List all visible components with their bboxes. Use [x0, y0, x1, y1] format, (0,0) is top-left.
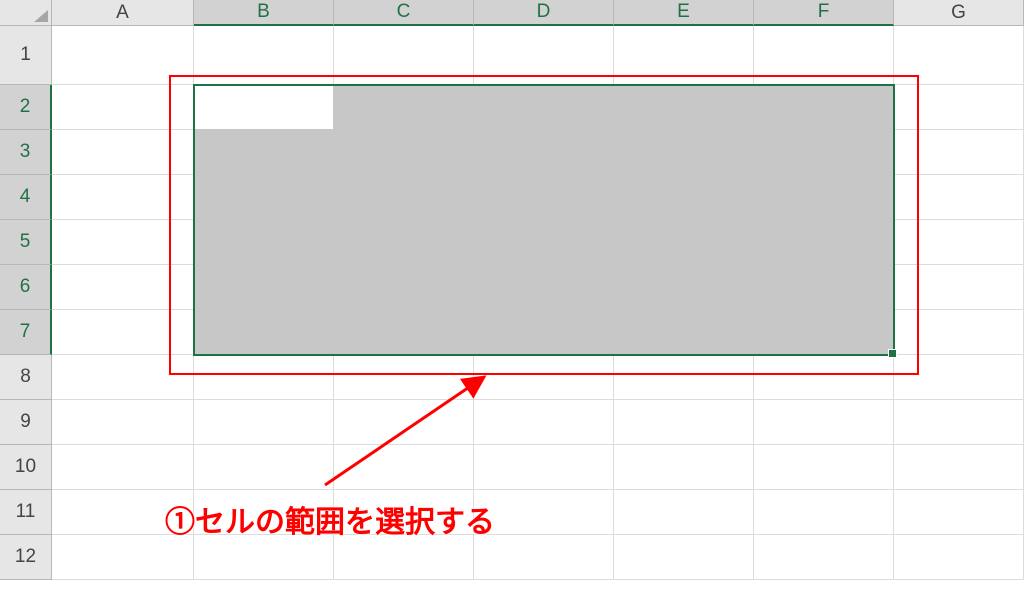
cell-C8[interactable]: [334, 355, 474, 400]
cell-E11[interactable]: [614, 490, 754, 535]
row-header-3[interactable]: 3: [0, 130, 52, 175]
row-header-4[interactable]: 4: [0, 175, 52, 220]
cell-E8[interactable]: [614, 355, 754, 400]
cell-G2[interactable]: [894, 85, 1024, 130]
column-headers: ABCDEFG: [52, 0, 1024, 26]
cell-G6[interactable]: [894, 265, 1024, 310]
column-header-G[interactable]: G: [894, 0, 1024, 26]
column-header-E[interactable]: E: [614, 0, 754, 26]
row-header-12[interactable]: 12: [0, 535, 52, 580]
row-header-10[interactable]: 10: [0, 445, 52, 490]
cell-G10[interactable]: [894, 445, 1024, 490]
cell-D12[interactable]: [474, 535, 614, 580]
cell-D9[interactable]: [474, 400, 614, 445]
column-header-A[interactable]: A: [52, 0, 194, 26]
row-header-2[interactable]: 2: [0, 85, 52, 130]
cell-G5[interactable]: [894, 220, 1024, 265]
spreadsheet-sheet: ABCDEFG 123456789101112 ①セルの範囲を選択する: [0, 0, 1024, 591]
cell-A2[interactable]: [52, 85, 194, 130]
cell-A9[interactable]: [52, 400, 194, 445]
row-header-9[interactable]: 9: [0, 400, 52, 445]
cell-D1[interactable]: [474, 26, 614, 85]
cell-E9[interactable]: [614, 400, 754, 445]
cell-B1[interactable]: [194, 26, 334, 85]
cell-G9[interactable]: [894, 400, 1024, 445]
cell-E10[interactable]: [614, 445, 754, 490]
cell-D10[interactable]: [474, 445, 614, 490]
cell-F12[interactable]: [754, 535, 894, 580]
cell-C10[interactable]: [334, 445, 474, 490]
cell-A8[interactable]: [52, 355, 194, 400]
cell-F11[interactable]: [754, 490, 894, 535]
select-all-corner[interactable]: [0, 0, 52, 26]
row-header-11[interactable]: 11: [0, 490, 52, 535]
cell-E12[interactable]: [614, 535, 754, 580]
cell-B8[interactable]: [194, 355, 334, 400]
row-header-5[interactable]: 5: [0, 220, 52, 265]
annotation-text: ①セルの範囲を選択する: [165, 497, 495, 541]
cell-A1[interactable]: [52, 26, 194, 85]
row-header-7[interactable]: 7: [0, 310, 52, 355]
cell-G3[interactable]: [894, 130, 1024, 175]
cell-C1[interactable]: [334, 26, 474, 85]
cell-G11[interactable]: [894, 490, 1024, 535]
active-cell[interactable]: [195, 86, 333, 129]
cell-G4[interactable]: [894, 175, 1024, 220]
cell-A4[interactable]: [52, 175, 194, 220]
cell-C9[interactable]: [334, 400, 474, 445]
cell-A12[interactable]: [52, 535, 194, 580]
cell-G7[interactable]: [894, 310, 1024, 355]
cell-C12[interactable]: [334, 535, 474, 580]
cell-A5[interactable]: [52, 220, 194, 265]
cell-G12[interactable]: [894, 535, 1024, 580]
cell-A10[interactable]: [52, 445, 194, 490]
cell-A7[interactable]: [52, 310, 194, 355]
cell-B10[interactable]: [194, 445, 334, 490]
cell-G8[interactable]: [894, 355, 1024, 400]
cell-B9[interactable]: [194, 400, 334, 445]
column-header-B[interactable]: B: [194, 0, 334, 26]
cell-G1[interactable]: [894, 26, 1024, 85]
cell-A3[interactable]: [52, 130, 194, 175]
column-header-C[interactable]: C: [334, 0, 474, 26]
cell-B12[interactable]: [194, 535, 334, 580]
cell-F8[interactable]: [754, 355, 894, 400]
cell-F10[interactable]: [754, 445, 894, 490]
cell-F9[interactable]: [754, 400, 894, 445]
column-header-D[interactable]: D: [474, 0, 614, 26]
row-header-6[interactable]: 6: [0, 265, 52, 310]
cell-D8[interactable]: [474, 355, 614, 400]
row-header-8[interactable]: 8: [0, 355, 52, 400]
cell-A6[interactable]: [52, 265, 194, 310]
row-header-1[interactable]: 1: [0, 26, 52, 85]
column-header-F[interactable]: F: [754, 0, 894, 26]
row-headers: 123456789101112: [0, 26, 52, 580]
cell-F1[interactable]: [754, 26, 894, 85]
cell-E1[interactable]: [614, 26, 754, 85]
cell-D11[interactable]: [474, 490, 614, 535]
